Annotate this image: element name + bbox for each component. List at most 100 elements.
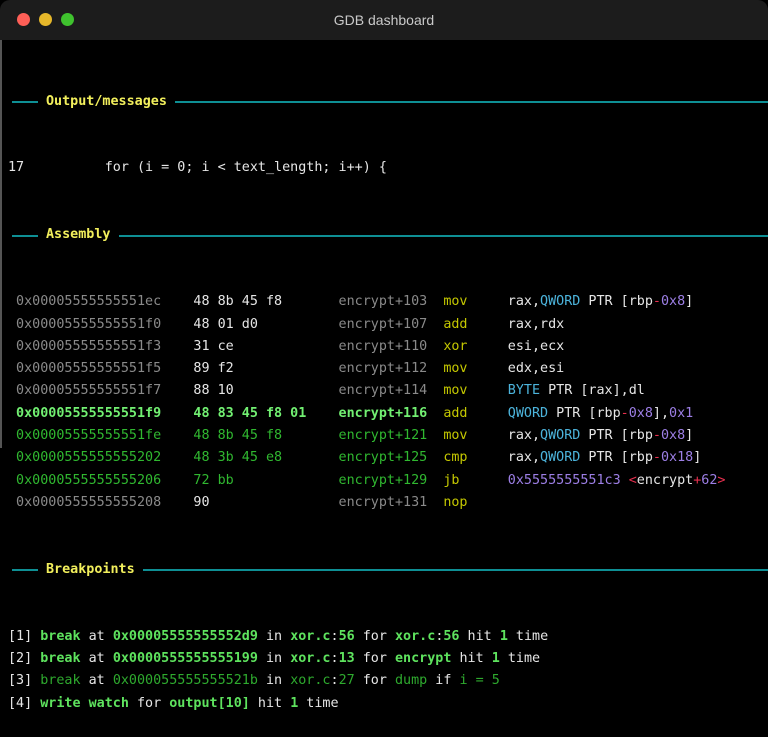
breakpoint-token: for	[355, 670, 395, 692]
header-rule	[143, 569, 768, 571]
breakpoint-token: for	[355, 626, 395, 648]
header-rule	[119, 235, 768, 237]
breakpoint-token: 1	[492, 648, 500, 670]
function-offset: encrypt+114	[339, 380, 444, 402]
breakpoint-token: output[10]	[169, 693, 250, 715]
instruction-address: 0x00005555555551f5	[16, 358, 193, 380]
assembly-row: 0x00005555555551f589 f2encrypt+112movedx…	[8, 358, 768, 380]
function-offset: encrypt+107	[339, 314, 444, 336]
function-offset: encrypt+125	[339, 447, 444, 469]
operand-token: <	[629, 473, 637, 488]
breakpoint-token: [3]	[8, 670, 40, 692]
breakpoint-token: [2]	[8, 648, 40, 670]
header-rule	[12, 235, 38, 237]
operand-token: BYTE	[508, 383, 540, 398]
breakpoint-token: hit	[451, 648, 491, 670]
breakpoint-token: :	[331, 670, 339, 692]
line-number: 17	[8, 157, 105, 179]
operand-token: 0x18	[661, 450, 693, 465]
function-offset: encrypt+110	[339, 336, 444, 358]
assembly-header: Assembly	[8, 224, 768, 246]
output-line: 17for (i = 0; i < text_length; i++) {	[8, 157, 768, 179]
terminal[interactable]: Output/messages 17for (i = 0; i < text_l…	[0, 40, 768, 448]
instruction-address: 0x00005555555551f9	[16, 403, 193, 425]
assembly-row: 0x00005555555551f048 01 d0encrypt+107add…	[8, 314, 768, 336]
breakpoint-token: 56	[443, 626, 459, 648]
function-offset: encrypt+129	[339, 470, 444, 492]
breakpoint-list: [1] break at 0x00005555555552d9 in xor.c…	[8, 626, 768, 715]
mnemonic: nop	[443, 492, 507, 514]
breakpoint-token: [4]	[8, 693, 40, 715]
breakpoint-token: 1	[290, 693, 298, 715]
breakpoint-token: dump	[395, 670, 427, 692]
operand-token: ],	[653, 406, 669, 421]
breakpoint-token: :	[331, 648, 339, 670]
section-title: Breakpoints	[46, 559, 135, 581]
breakpoint-token: hit	[460, 626, 500, 648]
operands: edx,esi	[508, 358, 564, 380]
breakpoint-token: break	[40, 626, 80, 648]
breakpoint-row: [4] write watch for output[10] hit 1 tim…	[8, 693, 768, 715]
breakpoint-token: 0x0000555555555199	[113, 648, 258, 670]
breakpoint-token: at	[81, 626, 113, 648]
mnemonic: mov	[443, 425, 507, 447]
function-offset: encrypt+131	[339, 492, 444, 514]
operand-token: PTR [rbp	[548, 406, 621, 421]
operand-token: ]	[693, 450, 701, 465]
breakpoint-token: break	[40, 670, 80, 692]
breakpoint-token: xor.c	[290, 648, 330, 670]
mnemonic: mov	[443, 358, 507, 380]
assembly-listing: 0x00005555555551ec48 8b 45 f8encrypt+103…	[8, 291, 768, 514]
breakpoint-token: in	[258, 626, 290, 648]
breakpoint-token: xor.c	[290, 670, 330, 692]
operands: rax,QWORD PTR [rbp-0x8]	[508, 291, 693, 313]
operand-token: rax,rdx	[508, 317, 564, 332]
operands: rax,QWORD PTR [rbp-0x18]	[508, 447, 702, 469]
breakpoint-token: in	[258, 648, 290, 670]
instruction-bytes: 48 8b 45 f8	[193, 425, 338, 447]
breakpoint-token: break	[40, 648, 80, 670]
operand-token: rax,	[508, 428, 540, 443]
instruction-bytes: 48 8b 45 f8	[193, 291, 338, 313]
mnemonic: cmp	[443, 447, 507, 469]
assembly-row: 0x000055555555520248 3b 45 e8encrypt+125…	[8, 447, 768, 469]
breakpoint-token: 56	[339, 626, 355, 648]
operand-token: QWORD	[508, 406, 548, 421]
operand-token	[621, 473, 629, 488]
operand-token: PTR [rbp	[580, 428, 653, 443]
operand-token: 0x8	[661, 428, 685, 443]
instruction-address: 0x00005555555551fe	[16, 425, 193, 447]
operands: esi,ecx	[508, 336, 564, 358]
operand-token: +	[693, 473, 701, 488]
assembly-row: 0x00005555555551f948 83 45 f8 01encrypt+…	[8, 403, 768, 425]
operand-token: 62	[701, 473, 717, 488]
operands: rax,QWORD PTR [rbp-0x8]	[508, 425, 693, 447]
breakpoint-token: 0x000055555555521b	[113, 670, 258, 692]
assembly-row: 0x00005555555551fe48 8b 45 f8encrypt+121…	[8, 425, 768, 447]
header-rule	[12, 569, 38, 571]
operand-token: QWORD	[540, 428, 580, 443]
instruction-address: 0x0000555555555208	[16, 492, 193, 514]
breakpoint-token: 0x00005555555552d9	[113, 626, 258, 648]
assembly-row: 0x00005555555551ec48 8b 45 f8encrypt+103…	[8, 291, 768, 313]
breakpoint-token: at	[81, 670, 113, 692]
operands: 0x5555555551c3 <encrypt+62>	[508, 470, 726, 492]
breakpoint-token: xor.c	[290, 626, 330, 648]
operand-token: 0x8	[661, 294, 685, 309]
breakpoint-row: [3] break at 0x000055555555521b in xor.c…	[8, 670, 768, 692]
instruction-address: 0x00005555555551ec	[16, 291, 193, 313]
breakpoint-token: write watch	[40, 693, 129, 715]
operand-token: >	[717, 473, 725, 488]
operand-token: -	[653, 450, 661, 465]
operand-token: PTR [rax],dl	[540, 383, 645, 398]
instruction-bytes: 90	[193, 492, 338, 514]
function-offset: encrypt+112	[339, 358, 444, 380]
header-rule	[175, 101, 768, 103]
breakpoint-token: :	[435, 626, 443, 648]
header-rule	[12, 101, 38, 103]
instruction-bytes: 88 10	[193, 380, 338, 402]
section-title: Assembly	[46, 224, 111, 246]
operand-token: rax,	[508, 294, 540, 309]
assembly-row: 0x00005555555551f788 10encrypt+114movBYT…	[8, 380, 768, 402]
mnemonic: mov	[443, 291, 507, 313]
